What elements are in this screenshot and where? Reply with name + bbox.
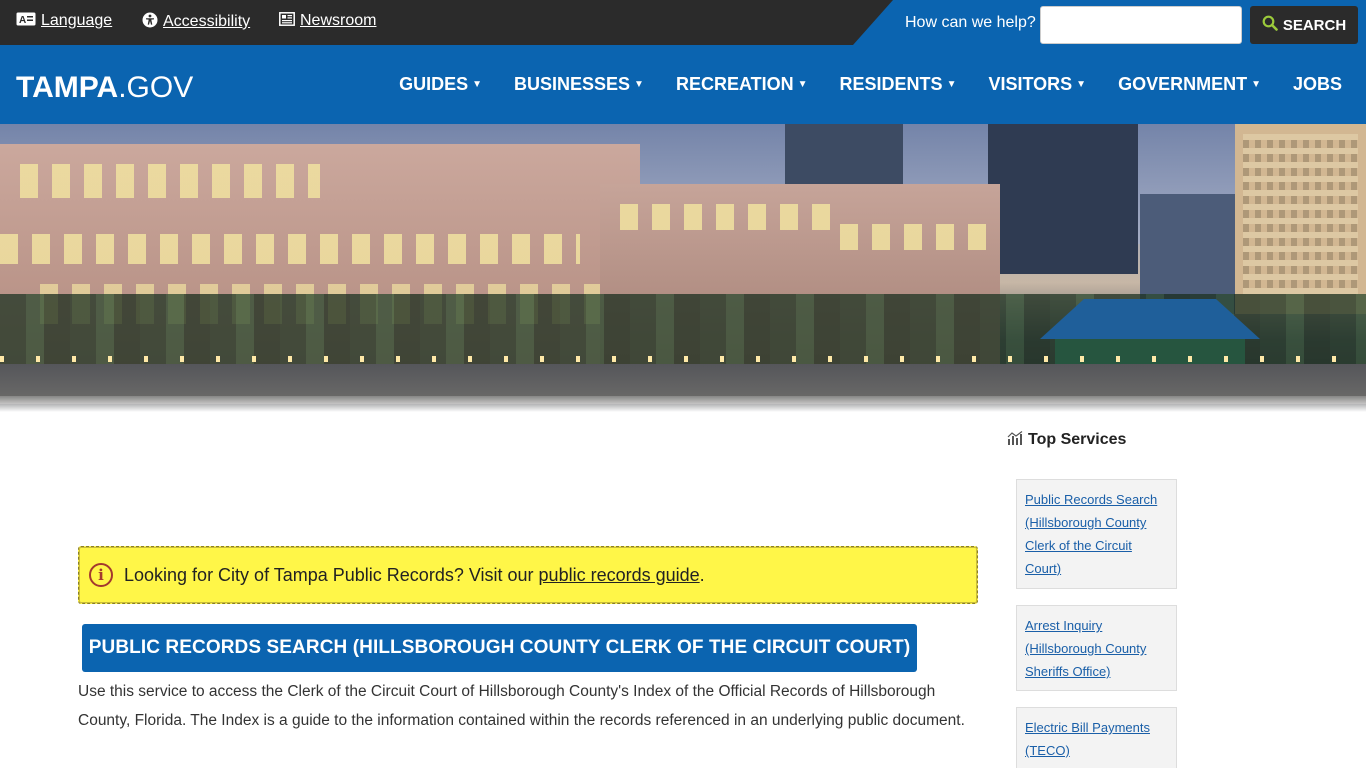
public-records-guide-link[interactable]: public records guide bbox=[539, 565, 700, 585]
top-services-heading: Top Services bbox=[1007, 431, 1126, 449]
nav-residents-label: RESIDENTS bbox=[839, 74, 943, 94]
chevron-down-icon: ▼ bbox=[634, 79, 644, 90]
nav-visitors-label: VISITORS bbox=[988, 74, 1073, 94]
accessibility-icon bbox=[142, 12, 158, 32]
service-link-arrest-inquiry[interactable]: Arrest Inquiry (Hillsborough County Sher… bbox=[1025, 614, 1168, 683]
search-button[interactable]: SEARCH bbox=[1250, 6, 1358, 44]
alert-text: Looking for City of Tampa Public Records… bbox=[124, 565, 705, 586]
newspaper-icon bbox=[279, 12, 295, 30]
service-description: Use this service to access the Clerk of … bbox=[78, 683, 965, 729]
nav-government-label: GOVERNMENT bbox=[1118, 74, 1248, 94]
chevron-down-icon: ▼ bbox=[797, 79, 808, 90]
nav-visitors[interactable]: VISITORS ▼ bbox=[988, 74, 1086, 95]
newsroom-link[interactable]: Newsroom bbox=[279, 12, 376, 30]
search-icon bbox=[1262, 15, 1278, 36]
nav-government[interactable]: GOVERNMENT ▼ bbox=[1118, 74, 1261, 95]
language-label: Language bbox=[41, 12, 113, 29]
chevron-down-icon: ▼ bbox=[946, 79, 957, 90]
service-link-electric-bill[interactable]: Electric Bill Payments (TECO) bbox=[1025, 716, 1168, 762]
newsroom-label: Newsroom bbox=[300, 12, 377, 29]
nav-guides[interactable]: GUIDES ▼ bbox=[399, 74, 482, 95]
search-input[interactable] bbox=[1040, 6, 1242, 44]
accessibility-label: Accessibility bbox=[163, 13, 251, 30]
public-records-search-button[interactable]: PUBLIC RECORDS SEARCH (HILLSBOROUGH COUN… bbox=[82, 624, 917, 672]
logo-bold: TAMPA bbox=[16, 71, 119, 104]
chevron-down-icon: ▼ bbox=[1251, 79, 1261, 90]
site-logo[interactable]: TAMPA.GOV bbox=[16, 71, 193, 105]
service-link-public-records[interactable]: Public Records Search (Hillsborough Coun… bbox=[1025, 488, 1168, 580]
nav-businesses[interactable]: BUSINESSES ▼ bbox=[514, 74, 644, 95]
utility-bar: A Language Accessibility Newsroom How ca… bbox=[0, 0, 1366, 45]
hero-fade bbox=[0, 396, 1366, 412]
language-link[interactable]: A Language bbox=[16, 12, 112, 30]
nav-menu: GUIDES ▼ BUSINESSES ▼ RECREATION ▼ RESIDENT… bbox=[367, 74, 1261, 95]
accessibility-link[interactable]: Accessibility bbox=[142, 12, 250, 32]
logo-thin: GOV bbox=[126, 71, 194, 104]
search-button-label: SEARCH bbox=[1282, 16, 1347, 34]
svg-text:A: A bbox=[19, 15, 26, 26]
logo-dot: . bbox=[118, 71, 127, 104]
top-services-title: Top Services bbox=[1028, 431, 1127, 448]
nav-jobs[interactable]: JOBS bbox=[1293, 74, 1342, 95]
nav-guides-label: GUIDES bbox=[399, 74, 469, 94]
nav-residents[interactable]: RESIDENTS ▼ bbox=[840, 74, 957, 95]
service-card: Public Records Search (Hillsborough Coun… bbox=[1016, 479, 1177, 589]
main-nav: TAMPA.GOV GUIDES ▼ BUSINESSES ▼ RECREATION… bbox=[0, 45, 1366, 124]
hero-image bbox=[0, 124, 1366, 412]
chevron-down-icon: ▼ bbox=[1076, 79, 1087, 90]
hero-tower bbox=[988, 124, 1138, 274]
chevron-down-icon: ▼ bbox=[472, 79, 482, 90]
nav-recreation-label: RECREATION bbox=[675, 74, 794, 94]
nav-businesses-label: BUSINESSES bbox=[514, 74, 631, 94]
info-icon: i bbox=[89, 563, 113, 587]
service-card: Arrest Inquiry (Hillsborough County Sher… bbox=[1016, 605, 1177, 691]
service-card: Electric Bill Payments (TECO) bbox=[1016, 707, 1177, 768]
alert-message: Looking for City of Tampa Public Records… bbox=[124, 564, 539, 585]
public-records-alert: i Looking for City of Tampa Public Recor… bbox=[78, 546, 978, 604]
hero-tower bbox=[1235, 124, 1366, 314]
hero-lights bbox=[0, 356, 1366, 362]
language-icon: A bbox=[16, 12, 36, 30]
nav-recreation[interactable]: RECREATION ▼ bbox=[676, 74, 808, 95]
chart-icon bbox=[1007, 431, 1023, 449]
help-prompt: How can we help? bbox=[905, 14, 1036, 31]
alert-end: . bbox=[699, 564, 705, 585]
